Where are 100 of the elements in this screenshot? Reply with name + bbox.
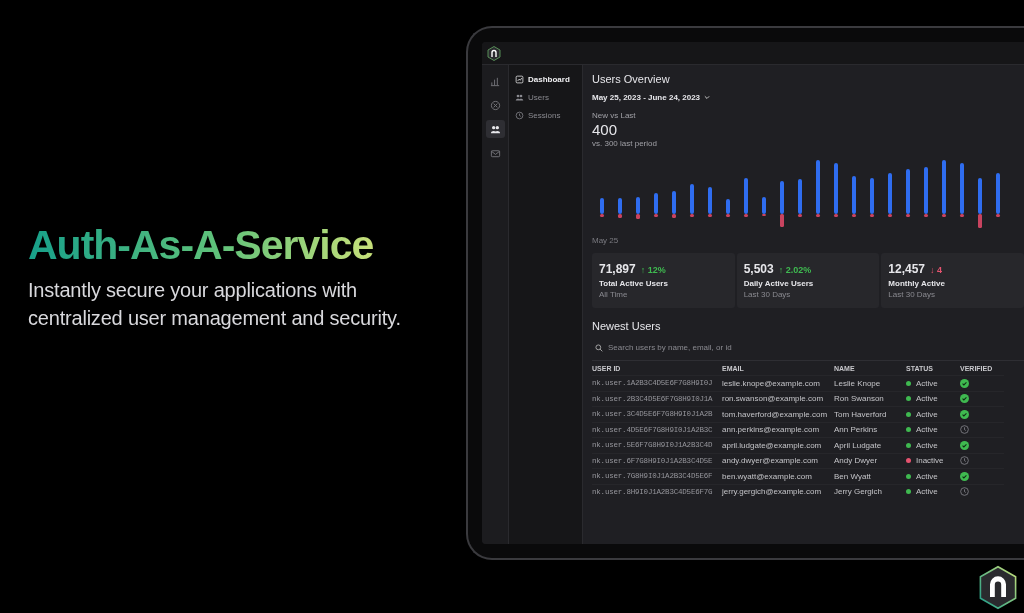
new-users-bar	[852, 176, 856, 214]
new-users-bar	[996, 173, 1000, 214]
lost-users-bar	[672, 214, 676, 218]
lost-users-bar	[600, 214, 604, 217]
new-users-bar	[636, 197, 640, 214]
search-icon	[595, 343, 603, 352]
rail-tab[interactable]	[485, 120, 505, 138]
table-cell: ann.perkins@example.com	[722, 421, 834, 437]
sidebar-item[interactable]: Sessions	[513, 108, 578, 123]
table-cell: Ron Swanson	[834, 390, 906, 406]
stat-label: Daily Active Users	[743, 279, 815, 288]
sidebar-item[interactable]: Dashboard	[513, 72, 578, 87]
section-title: Users Overview	[592, 73, 671, 85]
table-cell: Ben Wyatt	[834, 468, 906, 484]
metric-comparison: vs. 300 last period	[592, 139, 658, 148]
table-cell: Ann Perkins	[834, 421, 906, 437]
new-users-bar	[600, 198, 604, 214]
sidebar-item[interactable]: Users	[513, 90, 578, 105]
new-users-bar	[960, 163, 964, 214]
stat-value: 71,897	[599, 262, 636, 276]
lost-users-bar	[726, 214, 730, 217]
table-cell: ben.wyatt@example.com	[722, 468, 834, 484]
new-users-bar	[924, 167, 928, 214]
lost-users-bar	[870, 214, 874, 217]
status-text: Active	[916, 487, 938, 497]
logo-icon	[978, 565, 1018, 610]
table-cell: April Ludgate	[834, 437, 906, 453]
dashboard-icon	[515, 75, 524, 84]
table-cell: tom.haverford@example.com	[722, 406, 834, 422]
new-users-bar	[690, 184, 694, 214]
metric-value: 400	[592, 121, 619, 139]
new-users-bar	[780, 181, 784, 214]
table-cell: Leslie Knope	[834, 375, 906, 391]
new-users-bar	[744, 178, 748, 214]
table-cell: Andy Dwyer	[834, 452, 906, 468]
lost-users-bar	[708, 214, 712, 217]
table-cell: leslie.knope@example.com	[722, 375, 834, 391]
table-cell: Tom Haverford	[834, 406, 906, 422]
stat-value: 12,457	[888, 262, 926, 276]
lost-users-bar	[780, 214, 784, 227]
status-text: Inactive	[916, 456, 944, 466]
new-users-bar	[870, 178, 874, 214]
table-cell: april.ludgate@example.com	[722, 437, 834, 453]
users-icon	[489, 123, 501, 135]
stat-value: 5,503	[743, 262, 774, 276]
lost-users-bar	[996, 214, 1000, 217]
table-cell: Jerry Gergich	[834, 483, 906, 499]
lost-users-bar	[906, 214, 910, 217]
lost-users-bar	[636, 214, 640, 219]
stat-period: Last 30 Days	[888, 290, 937, 299]
new-users-bar	[906, 169, 910, 214]
stat-period: Last 30 Days	[743, 290, 792, 299]
lost-users-bar	[798, 214, 802, 217]
status-text: Active	[916, 409, 938, 419]
lost-users-bar	[978, 214, 982, 228]
lost-users-bar	[618, 214, 622, 218]
new-users-bar	[798, 179, 802, 214]
table-cell: jerry.gergich@example.com	[722, 483, 834, 499]
lost-users-bar	[816, 214, 820, 217]
stat-change: ↑ 12%	[640, 265, 666, 275]
metric-label: New vs Last	[592, 111, 637, 120]
date-range-picker[interactable]: May 25, 2023 - June 24, 2023	[592, 93, 711, 102]
stat-label: Monthly Active	[888, 279, 946, 288]
lost-users-bar	[744, 214, 748, 217]
new-users-bar	[834, 163, 838, 214]
status-text: Active	[916, 378, 938, 388]
status-text: Active	[916, 440, 938, 450]
mail-icon	[489, 147, 501, 159]
lost-users-bar	[942, 214, 946, 217]
status-text: Active	[916, 425, 938, 435]
status-text: Active	[916, 394, 938, 404]
stat-change: ↑ 2.02%	[778, 265, 812, 275]
new-users-bar	[942, 160, 946, 214]
logo-icon	[487, 45, 501, 61]
chart-axis-label: May 25	[592, 236, 620, 245]
new-users-bar	[978, 178, 982, 214]
lost-users-bar	[924, 214, 928, 217]
clock-icon	[515, 111, 524, 120]
new-users-bar	[672, 191, 676, 214]
new-users-bar	[726, 199, 730, 214]
lost-users-bar	[888, 214, 892, 217]
users-icon	[515, 93, 524, 102]
stat-label: Total Active Users	[599, 279, 669, 288]
new-users-bar	[816, 160, 820, 214]
new-users-bar	[654, 193, 658, 214]
lost-users-bar	[690, 214, 694, 217]
table-cell: andy.dwyer@example.com	[722, 452, 834, 468]
stat-period: All Time	[599, 290, 629, 299]
search-field[interactable]: Search users by name, email, or id	[608, 341, 798, 354]
lost-users-bar	[654, 214, 658, 217]
new-users-bar	[762, 197, 766, 214]
lost-users-bar	[852, 214, 856, 217]
tagline: Instantly secure your applications with centralized user management and security.	[28, 278, 402, 331]
lost-users-bar	[834, 214, 838, 217]
chevron-down-icon	[704, 95, 711, 100]
status-text: Active	[916, 471, 938, 481]
stat-change: ↓ 4	[930, 265, 943, 275]
section-title: Newest Users	[592, 320, 662, 332]
new-users-bar	[618, 198, 622, 214]
lost-users-bar	[960, 214, 964, 217]
